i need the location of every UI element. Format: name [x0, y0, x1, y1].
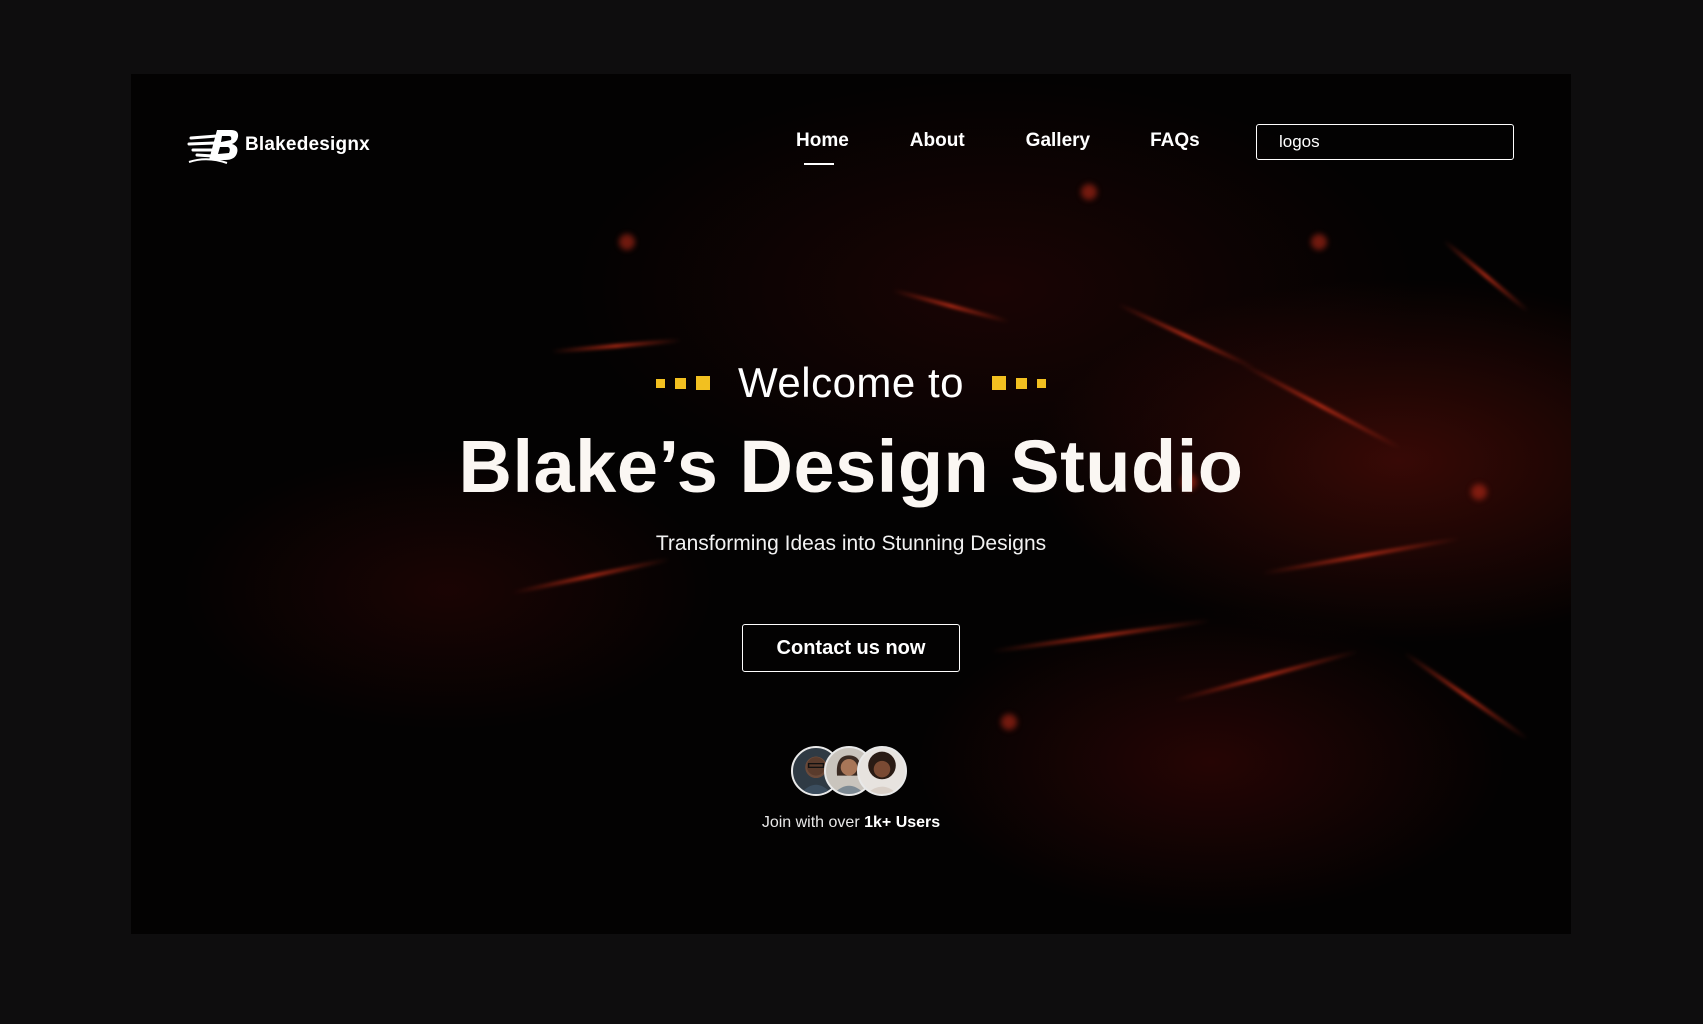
hero-title: Blake’s Design Studio — [458, 425, 1244, 508]
welcome-row: Welcome to — [131, 359, 1571, 407]
main-nav: Home About Gallery FAQs — [796, 130, 1200, 165]
hero-subtitle: Transforming Ideas into Stunning Designs — [655, 532, 1047, 555]
nav-item-label: Gallery — [1025, 130, 1091, 151]
decorative-dots-left — [656, 376, 710, 390]
nav-item-gallery[interactable]: Gallery — [1026, 130, 1090, 152]
search-box — [1256, 124, 1514, 160]
stylized-b-logo-icon — [187, 130, 239, 164]
nav-item-about[interactable]: About — [910, 130, 965, 152]
nav-item-label: FAQs — [1150, 130, 1200, 151]
search-input[interactable] — [1257, 131, 1502, 153]
decorative-dots-right — [991, 376, 1046, 390]
nav-item-home[interactable]: Home — [796, 130, 849, 165]
nav-item-faqs[interactable]: FAQs — [1150, 130, 1200, 152]
nav-item-label: About — [909, 130, 965, 151]
active-nav-indicator — [804, 163, 834, 165]
contact-us-button[interactable]: Contact us now — [742, 624, 960, 672]
brand-name: Blakedesignx — [245, 134, 370, 155]
social-proof-text: Join with over 1k+ Users — [131, 814, 1571, 832]
brand-logo[interactable]: Blakedesignx — [187, 126, 370, 164]
hero-section: Blakedesignx Home About Gallery FAQs Wel… — [131, 74, 1571, 934]
nav-item-label: Home — [796, 130, 849, 151]
welcome-text: Welcome to — [738, 359, 964, 406]
social-proof-highlight: 1k+ Users — [864, 814, 941, 831]
avatar — [857, 746, 907, 796]
user-avatars — [791, 746, 911, 800]
social-proof-prefix: Join with over — [761, 814, 860, 831]
